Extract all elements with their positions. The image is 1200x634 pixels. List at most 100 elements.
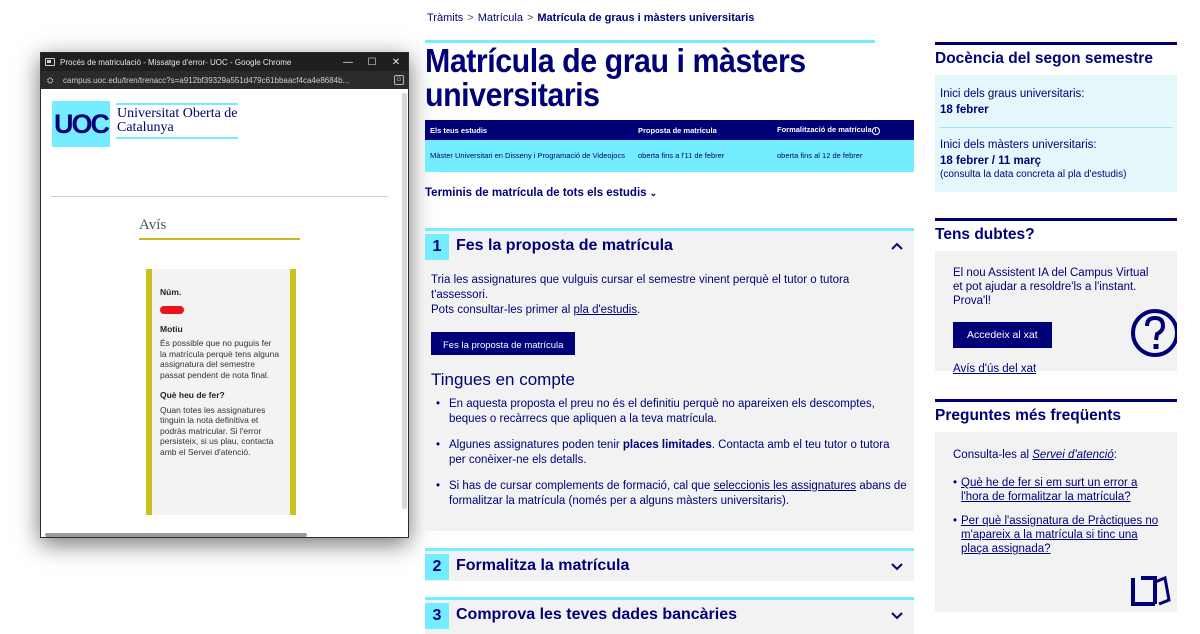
bullet-text: Algunes assignatures poden tenir: [449, 439, 623, 451]
que-fer-text: Quan totes les assignatures tinguin la n…: [160, 404, 274, 457]
docencia-heading: Docència del segon semestre: [935, 42, 1177, 70]
dubtes-panel: El nou Assistent IA del Campus Virtual e…: [935, 251, 1177, 375]
avis-title: Avís: [139, 217, 300, 240]
breadcrumb-item-matricula[interactable]: Matrícula: [478, 12, 523, 24]
breadcrumb-separator: >: [467, 12, 474, 24]
list-item: Algunes assignatures poden tenir places …: [431, 438, 908, 468]
faq-block: Preguntes més freqüents Consulta-les al …: [935, 399, 1177, 612]
terminis-link[interactable]: Terminis de matrícula de tots els estudi…: [425, 187, 657, 199]
breadcrumb-current: Matrícula de graus i màsters universitar…: [537, 12, 755, 24]
faq-list: Què he de fer si em surt un error a l'ho…: [953, 476, 1159, 556]
faq-intro: Consulta-les al Servei d'atenció:: [953, 448, 1159, 462]
step-title: Fes la proposta de matrícula: [456, 237, 673, 254]
university-name: Universitat Oberta de Catalunya: [116, 103, 238, 139]
dubtes-text: El nou Assistent IA del Campus Virtual e…: [953, 267, 1149, 307]
chrome-popup-window: Procés de matriculació - Missatge d'erro…: [40, 52, 409, 538]
motiu-label: Motiu: [160, 323, 183, 334]
faq-panel: Consulta-les al Servei d'atenció: Què he…: [935, 432, 1177, 612]
step-3-panel: 3 Comprova les teves dades bancàries: [425, 597, 914, 634]
step-1-intro-1: Tria les assignatures que vulguis cursar…: [431, 274, 850, 301]
step-2-header[interactable]: 2 Formalitza la matrícula: [425, 551, 914, 581]
dubtes-heading: Tens dubtes?: [935, 218, 1177, 246]
list-item: Si has de cursar complements de formació…: [431, 479, 908, 509]
info-icon[interactable]: i: [871, 126, 880, 135]
graus-date: 18 febrer: [940, 104, 989, 116]
redacted-number: [160, 305, 184, 314]
favicon-icon: [45, 58, 55, 66]
question-icon: [1131, 309, 1177, 357]
table-header: Proposta de matrícula: [633, 120, 772, 140]
popup-vertical-scrollbar[interactable]: [402, 93, 407, 509]
terminis-link-label: Terminis de matrícula de tots els estudi…: [425, 187, 647, 199]
chevron-down-icon: ⌄: [649, 188, 658, 198]
masters-label: Inici dels màsters universitaris:: [940, 139, 1097, 151]
table-header-row: Els teus estudis Proposta de matrícula F…: [425, 120, 914, 140]
step-1-header[interactable]: 1 Fes la proposta de matrícula: [425, 231, 914, 261]
tingues-en-compte-title: Tingues en compte: [431, 370, 575, 389]
uoc-logo: UOC: [52, 101, 110, 147]
chevron-down-icon[interactable]: [890, 608, 904, 622]
faq-intro-text: Consulta-les al: [953, 449, 1033, 461]
step-title: Formalitza la matrícula: [456, 557, 630, 574]
close-button[interactable]: ✕: [384, 57, 408, 68]
step-1-intro-2: Pots consultar-les primer al pla d'estud…: [431, 303, 908, 318]
docencia-block: Docència del segon semestre Inici dels g…: [935, 42, 1177, 192]
step-number: 2: [425, 554, 449, 580]
popup-window-title: Procés de matriculació - Missatge d'erro…: [60, 57, 292, 67]
fes-proposta-button[interactable]: Fes la proposta de matrícula: [431, 332, 576, 355]
pla-estudis-link[interactable]: pla d'estudis: [574, 304, 638, 316]
intro-end: .: [637, 304, 641, 316]
docencia-panel: Inici dels graus universitaris: 18 febre…: [935, 75, 1177, 192]
translate-icon[interactable]: G: [394, 75, 404, 85]
table-cell: Màster Universitari en Disseny i Program…: [425, 140, 633, 172]
faq-heading: Preguntes més freqüents: [935, 399, 1177, 427]
popup-address-bar[interactable]: ⛭ campus.uoc.edu/tren/trenacc?s=a912bf39…: [41, 71, 408, 89]
popup-titlebar[interactable]: Procés de matriculació - Missatge d'erro…: [41, 53, 408, 71]
table-row: Màster Universitari en Disseny i Program…: [425, 140, 914, 172]
seleccionis-assignatures-link[interactable]: seleccionis les assignatures: [714, 480, 857, 492]
faq-link-error-formalitzar[interactable]: Què he de fer si em surt un error a l'ho…: [953, 476, 1159, 504]
masters-date: 18 febrer / 11 març: [940, 155, 1042, 167]
avis-box: Núm. Motiu És possible que no puguis fer…: [146, 269, 296, 515]
accedeix-xat-button[interactable]: Accedeix al xat: [953, 322, 1052, 348]
step-number: 3: [425, 603, 449, 629]
step-1-body: Tria les assignatures que vulguis cursar…: [425, 261, 914, 509]
step-number: 1: [425, 234, 449, 260]
faq-intro-end: :: [1113, 449, 1117, 461]
bullet-text: Si has de cursar complements de formació…: [449, 480, 714, 492]
maximize-button[interactable]: ☐: [360, 57, 384, 68]
list-item: En aquesta proposta el preu no és el def…: [431, 397, 908, 427]
places-limitades: places limitades: [622, 439, 712, 451]
motiu-text: És possible que no puguis fer la matrícu…: [160, 338, 280, 380]
popup-horizontal-scrollbar[interactable]: [45, 533, 307, 537]
step-2-panel: 2 Formalitza la matrícula: [425, 548, 914, 581]
step-3-header[interactable]: 3 Comprova les teves dades bancàries: [425, 600, 914, 630]
breadcrumb-item-tramits[interactable]: Tràmits: [427, 12, 463, 24]
popup-content: UOC Universitat Oberta de Catalunya Avís…: [41, 89, 408, 537]
que-fer-label: Què heu de fer?: [160, 390, 225, 400]
step-1-panel: 1 Fes la proposta de matrícula Tria les …: [425, 228, 914, 531]
chevron-down-icon[interactable]: [890, 559, 904, 573]
avis-us-xat-link[interactable]: Avís d'ús del xat: [953, 362, 1159, 376]
breadcrumb-separator: >: [526, 12, 534, 24]
intro-text: Pots consultar-les primer al: [431, 304, 574, 316]
page-title: Matrícula de grau i màsters universitari…: [425, 40, 875, 112]
masters-note: (consulta la data concreta al pla d'estu…: [940, 169, 1127, 180]
servei-atencio-link[interactable]: Servei d'atenció: [1032, 449, 1113, 461]
faq-link-practiques[interactable]: Per què l'assignatura de Pràctiques no m…: [953, 514, 1159, 556]
site-info-icon[interactable]: ⛭: [47, 76, 57, 85]
minimize-button[interactable]: —: [336, 57, 360, 68]
studies-table: Els teus estudis Proposta de matrícula F…: [425, 120, 914, 172]
popup-url[interactable]: campus.uoc.edu/tren/trenacc?s=a912bf3932…: [63, 76, 394, 85]
num-label: Núm.: [160, 287, 182, 297]
table-cell: oberta fins a l'11 de febrer: [633, 140, 772, 172]
table-header: Els teus estudis: [425, 120, 633, 140]
divider: [940, 127, 1172, 128]
graus-label: Inici dels graus universitaris:: [940, 88, 1085, 100]
table-header-formalitzacio: Formalització de matrícula i: [772, 120, 914, 140]
popup-divider: [51, 196, 388, 197]
chevron-up-icon[interactable]: [890, 239, 904, 253]
book-icon: [1131, 575, 1171, 606]
table-cell: oberta fins al 12 de febrer: [772, 140, 914, 172]
tingues-list: En aquesta proposta el preu no és el def…: [431, 397, 908, 509]
